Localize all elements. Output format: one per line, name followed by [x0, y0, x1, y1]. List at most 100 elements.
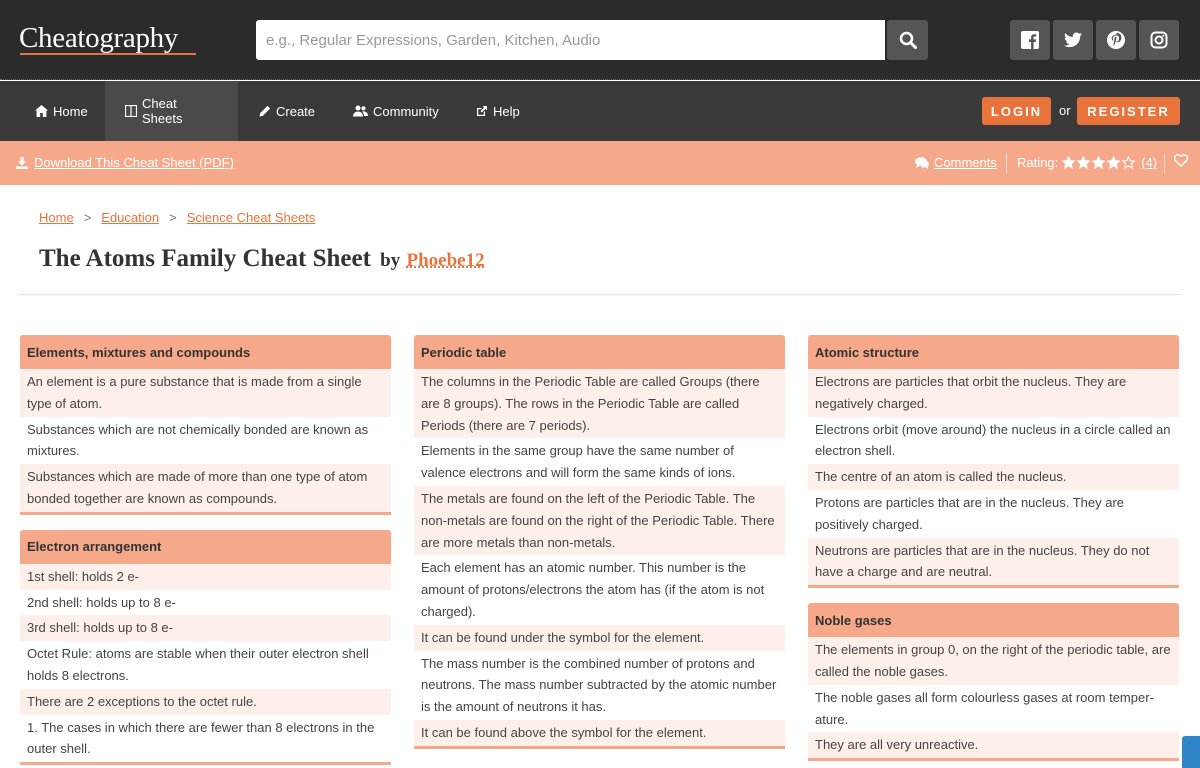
- cheat-box-row: Substances which are not chemically bond…: [20, 417, 391, 465]
- external-link-icon: [476, 105, 488, 117]
- star-filled-icon[interactable]: [1077, 156, 1090, 169]
- nav-cheat-sheets[interactable]: Cheat Sheets: [105, 81, 238, 141]
- cheat-box-row: Neutrons are particles that are in the n…: [808, 538, 1179, 586]
- nav-cheat-sheets-label: Cheat Sheets: [142, 96, 218, 126]
- heart-icon: [1174, 154, 1188, 167]
- cheat-box-row: There are 2 exceptions to the octet rule…: [20, 689, 391, 715]
- comments-link[interactable]: Comments: [934, 155, 997, 170]
- login-or-text: or: [1059, 103, 1071, 118]
- cheat-box-row: The centre of an atom is called the nucl…: [808, 464, 1179, 490]
- star-filled-icon[interactable]: [1062, 156, 1075, 169]
- cheat-box-end: [808, 758, 1179, 761]
- content-column-3: Atomic structure Electrons are particles …: [808, 335, 1179, 768]
- instagram-button[interactable]: [1139, 20, 1179, 60]
- nav-community-label: Community: [373, 104, 439, 119]
- breadcrumb-separator: >: [84, 210, 92, 225]
- star-empty-icon[interactable]: [1122, 156, 1135, 169]
- cheat-box-title: Noble gases: [808, 603, 1179, 637]
- download-pdf[interactable]: Download This Cheat Sheet (PDF): [16, 155, 234, 170]
- cheat-box-row: The mass number is the combined number o…: [414, 651, 785, 720]
- cheat-box-row: It can be found under the symbol for the…: [414, 625, 785, 651]
- cheat-box-row: It can be found above the symbol for the…: [414, 720, 785, 746]
- star-filled-icon[interactable]: [1107, 156, 1120, 169]
- rating-count[interactable]: (4): [1141, 155, 1157, 170]
- cheat-box-end: [20, 762, 391, 765]
- author-link[interactable]: Phoebe12: [407, 250, 485, 271]
- cheat-box-row: Each element has an atomic number. This …: [414, 555, 785, 624]
- search-button[interactable]: [887, 20, 928, 60]
- cheat-box-title: Atomic structure: [808, 335, 1179, 369]
- login-button[interactable]: LOGIN: [982, 97, 1051, 125]
- instagram-icon: [1150, 31, 1168, 49]
- register-button[interactable]: REGISTER: [1077, 97, 1180, 125]
- nav-help-label: Help: [493, 104, 520, 119]
- cheat-box: Electron arrangement 1st shell: holds 2 e…: [20, 530, 391, 765]
- title-by: by: [380, 250, 400, 271]
- twitter-icon: [1064, 32, 1082, 48]
- book-icon: [125, 105, 137, 117]
- rating: Rating: (4): [1017, 155, 1157, 170]
- nav-create-label: Create: [276, 104, 315, 119]
- site-logo[interactable]: Cheatography: [19, 22, 178, 55]
- breadcrumb-science[interactable]: Science Cheat Sheets: [187, 210, 316, 225]
- cheat-box-end: [808, 585, 1179, 588]
- cheat-box-row: They are all very unreactive.: [808, 732, 1179, 758]
- breadcrumb-home[interactable]: Home: [39, 210, 74, 225]
- cheat-box-row: 2nd shell: holds up to 8 e-: [20, 590, 391, 616]
- facebook-icon: [1021, 31, 1039, 49]
- facebook-button[interactable]: [1010, 20, 1050, 60]
- nav-create[interactable]: Create: [239, 81, 335, 141]
- pinterest-icon: [1107, 31, 1125, 49]
- cheat-box: Elements, mixtures and compounds An eleme…: [20, 335, 391, 515]
- cheat-box-row: The columns in the Periodic Table are ca…: [414, 369, 785, 438]
- search-icon: [899, 31, 917, 49]
- cheat-box-title: Elements, mixtures and compounds: [20, 335, 391, 369]
- breadcrumb-education[interactable]: Education: [101, 210, 159, 225]
- favourite-button[interactable]: [1174, 154, 1188, 170]
- cheat-box-row: Elements in the same group have the same…: [414, 438, 785, 486]
- content-column-2: Periodic table The columns in the Periodi…: [414, 335, 785, 764]
- download-icon: [16, 157, 28, 169]
- search-input[interactable]: [256, 20, 885, 60]
- nav-home-label: Home: [53, 104, 88, 119]
- cheat-box-title: Periodic table: [414, 335, 785, 369]
- cheat-box-row: 3rd shell: holds up to 8 e-: [20, 615, 391, 641]
- action-separator: [1164, 153, 1165, 173]
- breadcrumb: Home > Education > Science Cheat Sheets: [39, 210, 315, 225]
- users-icon: [353, 105, 368, 117]
- nav-home[interactable]: Home: [15, 81, 108, 141]
- comments-icon: [915, 157, 929, 169]
- action-separator: [1006, 153, 1007, 173]
- download-link[interactable]: Download This Cheat Sheet (PDF): [34, 155, 234, 170]
- twitter-button[interactable]: [1053, 20, 1093, 60]
- rating-label: Rating:: [1017, 155, 1058, 170]
- page-title: The Atoms Family Cheat Sheet by Phoebe12: [39, 245, 485, 273]
- cheat-box: Noble gases The elements in group 0, on t…: [808, 603, 1179, 761]
- cheat-box-title: Electron arrangement: [20, 530, 391, 564]
- title-divider: [20, 294, 1180, 295]
- cheat-box-end: [20, 512, 391, 515]
- cheat-box-row: 1. The cases in which there are fewer th…: [20, 715, 391, 763]
- action-bar: Download This Cheat Sheet (PDF) Comments…: [0, 141, 1200, 185]
- feedback-tab[interactable]: [1182, 736, 1200, 768]
- nav-community[interactable]: Community: [333, 81, 459, 141]
- pinterest-button[interactable]: [1096, 20, 1136, 60]
- cheat-box-row: Substances which are made of more than o…: [20, 464, 391, 512]
- cheat-box: Atomic structure Electrons are particles …: [808, 335, 1179, 588]
- cheat-box: Periodic table The columns in the Periodi…: [414, 335, 785, 749]
- cheat-box-row: Octet Rule: atoms are stable when their …: [20, 641, 391, 689]
- nav-help[interactable]: Help: [456, 81, 540, 141]
- logo-underline: [20, 53, 196, 55]
- cheat-box-row: Electrons orbit (move around) the nucleu…: [808, 417, 1179, 465]
- content-column-1: Elements, mixtures and compounds An eleme…: [20, 335, 391, 768]
- star-filled-icon[interactable]: [1092, 156, 1105, 169]
- page-title-text: The Atoms Family Cheat Sheet: [39, 245, 371, 272]
- top-header: Cheatography: [0, 0, 1200, 80]
- rating-stars[interactable]: [1062, 156, 1135, 169]
- cheat-box-row: Protons are particles that are in the nu…: [808, 490, 1179, 538]
- comments-link-wrap[interactable]: Comments: [915, 155, 997, 170]
- pencil-icon: [259, 105, 271, 117]
- cheat-box-end: [414, 746, 785, 749]
- cheat-box-row: An element is a pure substance that is m…: [20, 369, 391, 417]
- cheat-box-row: The elements in group 0, on the right of…: [808, 637, 1179, 685]
